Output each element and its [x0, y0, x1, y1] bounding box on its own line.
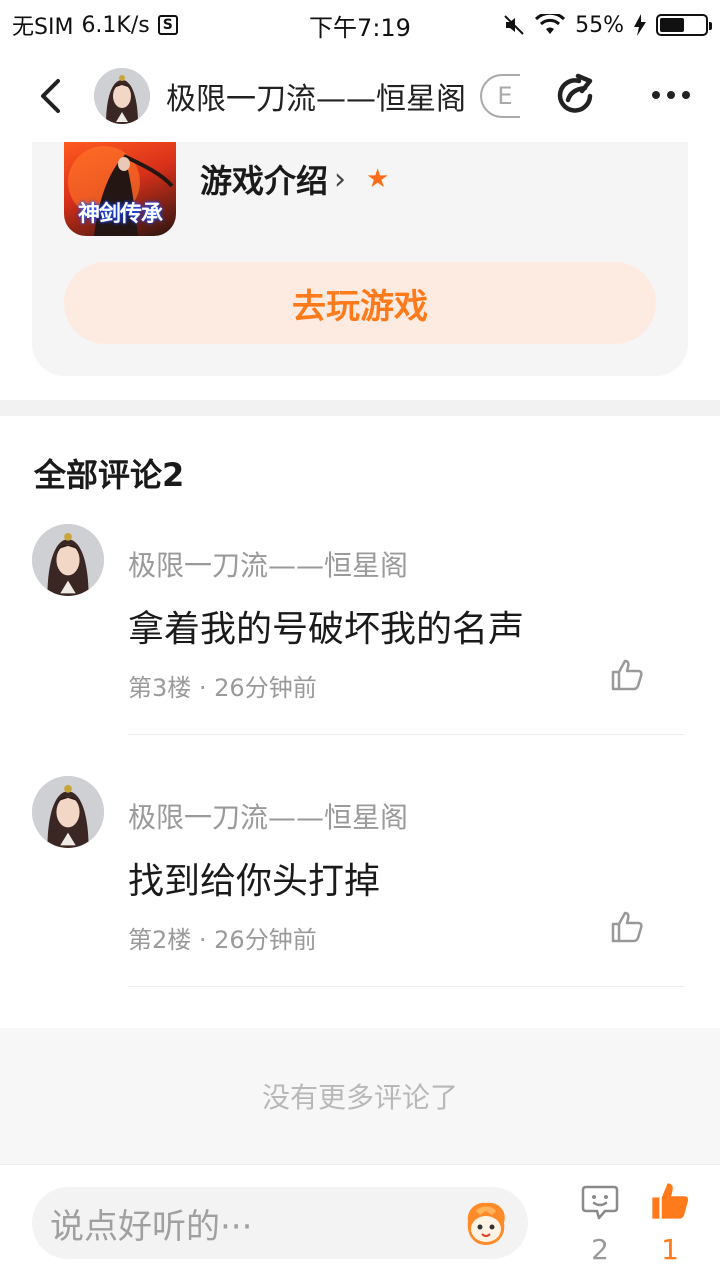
- comment-meta: 第3楼 · 26分钟前: [128, 674, 317, 702]
- more-dot-icon: [667, 91, 675, 99]
- top-nav: 极限一刀流——恒星阁 E: [0, 50, 720, 142]
- page-title: 极限一刀流——恒星阁: [166, 82, 466, 117]
- more-dot-icon: [682, 91, 690, 99]
- back-button[interactable]: [28, 74, 72, 118]
- commenter-name[interactable]: 极限一刀流——恒星阁: [128, 544, 408, 584]
- game-card: 神剑传承 游戏介绍 › ★ 去玩游戏: [32, 142, 688, 376]
- bottom-bar: 说点好听的··· 2 1: [0, 1164, 720, 1280]
- network-speed: 6.1K/s: [81, 12, 150, 38]
- commenter-name[interactable]: 极限一刀流——恒星阁: [128, 796, 408, 836]
- post-like-button[interactable]: 1: [648, 1181, 692, 1266]
- comment-text: 拿着我的号破坏我的名声: [128, 609, 525, 650]
- carrier-text: 无SIM: [12, 15, 74, 40]
- commenter-avatar[interactable]: [32, 524, 104, 596]
- avatar-portrait-icon: [32, 776, 104, 848]
- play-game-button[interactable]: 去玩游戏: [64, 262, 656, 344]
- comment-text: 找到给你头打掉: [128, 861, 381, 902]
- comment-separator: [128, 734, 684, 735]
- comment-count: 2: [591, 1233, 609, 1266]
- status-bar: 无SIM 6.1K/s S 下午7:19 55%: [0, 0, 720, 50]
- more-button[interactable]: [648, 72, 694, 118]
- thumbs-up-icon: [611, 911, 643, 943]
- comments-header: 全部评论2: [34, 456, 185, 494]
- comment-bubble-icon: [581, 1185, 619, 1220]
- chevron-right-icon: ›: [334, 161, 347, 197]
- author-avatar[interactable]: [94, 68, 150, 124]
- battery-percent: 55%: [575, 12, 624, 38]
- like-button[interactable]: [610, 658, 644, 692]
- game-intro-link[interactable]: 游戏介绍 › ★: [200, 156, 389, 202]
- share-button[interactable]: [552, 72, 598, 118]
- more-dot-icon: [652, 91, 660, 99]
- comment-input[interactable]: 说点好听的···: [32, 1187, 528, 1259]
- comment-meta: 第2楼 · 26分钟前: [128, 926, 317, 954]
- like-button[interactable]: [610, 910, 644, 944]
- emoji-button[interactable]: [462, 1199, 510, 1247]
- mascot-emoji-icon: [467, 1202, 505, 1245]
- battery-icon: [656, 14, 712, 36]
- charging-icon: [634, 14, 646, 36]
- game-icon[interactable]: 神剑传承: [64, 142, 176, 236]
- mute-icon: [504, 15, 524, 35]
- avatar-portrait-icon: [32, 524, 104, 596]
- game-intro-label: 游戏介绍: [200, 162, 329, 200]
- no-more-comments: 没有更多评论了: [0, 1028, 720, 1164]
- avatar-portrait-icon: [94, 68, 150, 124]
- back-arrow-icon: [41, 79, 60, 113]
- comment-item: 极限一刀流——恒星阁 找到给你头打掉 第2楼 · 26分钟前: [0, 776, 720, 1028]
- share-icon: [557, 73, 593, 113]
- thumbs-up-filled-icon: [652, 1183, 689, 1219]
- follow-chip[interactable]: E: [480, 74, 520, 118]
- commenter-avatar[interactable]: [32, 776, 104, 848]
- s-badge-icon: S: [157, 15, 178, 35]
- comment-input-placeholder: 说点好听的···: [50, 1206, 253, 1247]
- wifi-icon: [535, 14, 566, 34]
- comment-item: 极限一刀流——恒星阁 拿着我的号破坏我的名声 第3楼 · 26分钟前: [0, 524, 720, 776]
- like-count: 1: [661, 1233, 679, 1266]
- section-divider: [0, 400, 720, 416]
- thumbs-up-icon: [611, 659, 643, 691]
- game-icon-label: 神剑传承: [77, 202, 163, 227]
- comment-separator: [128, 986, 684, 987]
- star-icon: ★: [366, 164, 390, 194]
- comment-count-button[interactable]: 2: [578, 1183, 622, 1266]
